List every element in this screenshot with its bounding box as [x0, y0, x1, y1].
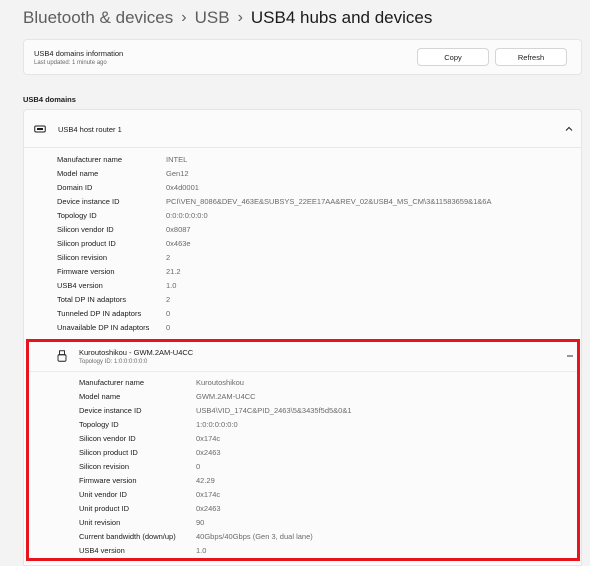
- prop-value: 0:0:0:0:0:0:0: [166, 211, 208, 220]
- prop-label: Device instance ID: [57, 197, 120, 206]
- prop-label: Silicon vendor ID: [79, 434, 136, 443]
- prop-value: 0x463e: [166, 239, 191, 248]
- section-label-usb4-domains: USB4 domains: [23, 95, 76, 104]
- refresh-button[interactable]: Refresh: [495, 48, 567, 66]
- prop-label: Manufacturer name: [57, 155, 123, 164]
- prop-label: Unit product ID: [79, 504, 130, 513]
- router-icon: [34, 125, 46, 133]
- prop-label: Unavailable DP IN adaptors: [57, 323, 150, 332]
- prop-value: 0x2463: [196, 504, 221, 513]
- prop-label: Topology ID: [57, 211, 97, 220]
- breadcrumb: Bluetooth & devices › USB › USB4 hubs an…: [23, 6, 432, 30]
- prop-label: Current bandwidth (down/up): [79, 532, 176, 541]
- prop-value: Gen12: [166, 169, 189, 178]
- breadcrumb-separator: ›: [237, 9, 243, 26]
- prop-value: GWM.2AM-U4CC: [196, 392, 256, 401]
- prop-label: Unit vendor ID: [79, 490, 127, 499]
- prop-label: Firmware version: [57, 267, 115, 276]
- prop-value: 0x4d0001: [166, 183, 199, 192]
- host-router-header[interactable]: USB4 host router 1: [24, 110, 581, 148]
- prop-value: USB4\VID_174C&PID_2463\5&3435f5d5&0&1: [196, 406, 352, 415]
- prop-value: 0: [166, 309, 171, 318]
- copy-button[interactable]: Copy: [417, 48, 489, 66]
- usb4-device-title: Kuroutoshikou - GWM.2AM-U4CC: [79, 348, 194, 357]
- prop-label: Silicon revision: [57, 253, 108, 262]
- chevron-up-icon[interactable]: [564, 124, 574, 134]
- prop-label: Silicon product ID: [57, 239, 116, 248]
- prop-label: Device instance ID: [79, 406, 142, 415]
- collapse-icon[interactable]: [566, 352, 574, 360]
- prop-value: 1.0: [196, 546, 207, 555]
- prop-value: 0x174c: [196, 490, 221, 499]
- prop-value: 90: [196, 518, 205, 527]
- usb4-device-card: Kuroutoshikou - GWM.2AM-U4CC Topology ID…: [26, 339, 580, 561]
- prop-label: Manufacturer name: [79, 378, 145, 387]
- prop-label: Domain ID: [57, 183, 93, 192]
- prop-label: Tunneled DP IN adaptors: [57, 309, 142, 318]
- domains-info-card: USB4 domains information Last updated: 1…: [23, 39, 582, 75]
- prop-value: 2: [166, 253, 171, 262]
- prop-value: INTEL: [166, 155, 188, 164]
- usb-plug-icon: [57, 350, 67, 362]
- prop-label: Topology ID: [79, 420, 119, 429]
- breadcrumb-usb[interactable]: USB: [195, 8, 230, 28]
- prop-label: Total DP IN adaptors: [57, 295, 127, 304]
- breadcrumb-bluetooth-devices[interactable]: Bluetooth & devices: [23, 8, 173, 28]
- usb4-device-topology: Topology ID: 1:0:0:0:0:0:0: [79, 359, 148, 365]
- prop-label: USB4 version: [79, 546, 125, 555]
- prop-label: Firmware version: [79, 476, 137, 485]
- prop-value: Kuroutoshikou: [196, 378, 244, 387]
- prop-label: Unit revision: [79, 518, 121, 527]
- prop-value: 1:0:0:0:0:0:0: [196, 420, 238, 429]
- prop-label: Silicon revision: [79, 462, 130, 471]
- prop-value: 0x2463: [196, 448, 221, 457]
- prop-value: PCI\VEN_8086&DEV_463E&SUBSYS_22EE17AA&RE…: [166, 197, 492, 206]
- prop-label: USB4 version: [57, 281, 103, 290]
- usb4-device-header[interactable]: Kuroutoshikou - GWM.2AM-U4CC Topology ID…: [29, 342, 577, 372]
- prop-value: 42.29: [196, 476, 215, 485]
- host-router-title: USB4 host router 1: [58, 125, 122, 134]
- last-updated-text: Last updated: 1 minute ago: [34, 60, 107, 66]
- breadcrumb-separator: ›: [181, 9, 187, 26]
- prop-label: Silicon product ID: [79, 448, 138, 457]
- prop-value: 0: [166, 323, 171, 332]
- page-title: USB4 hubs and devices: [250, 8, 433, 27]
- prop-label: Model name: [79, 392, 121, 401]
- prop-value: 0x8087: [166, 225, 191, 234]
- prop-value: 0: [196, 462, 201, 471]
- prop-value: 40Gbps/40Gbps (Gen 3, dual lane): [196, 532, 313, 541]
- prop-value: 0x174c: [196, 434, 221, 443]
- prop-value: 21.2: [166, 267, 181, 276]
- prop-label: Model name: [57, 169, 99, 178]
- domains-info-title: USB4 domains information: [34, 49, 124, 58]
- prop-value: 2: [166, 295, 171, 304]
- prop-label: Silicon vendor ID: [57, 225, 114, 234]
- usb4-hubs-page: Bluetooth & devices › USB › USB4 hubs an…: [0, 0, 590, 566]
- prop-value: 1.0: [166, 281, 177, 290]
